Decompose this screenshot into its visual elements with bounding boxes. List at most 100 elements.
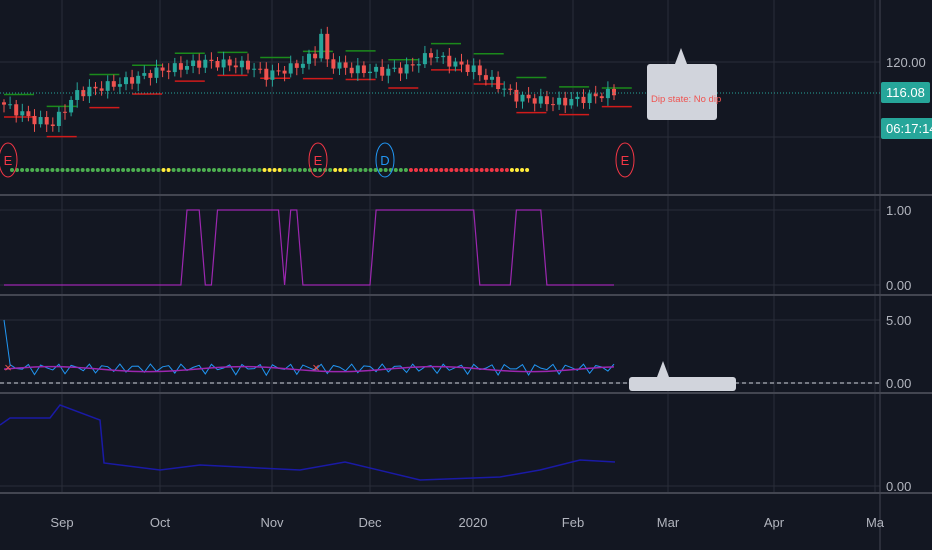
state-dot bbox=[126, 168, 131, 172]
state-dot bbox=[111, 168, 115, 172]
state-dot bbox=[313, 168, 317, 172]
candle-body bbox=[593, 93, 598, 97]
candle-body bbox=[319, 33, 324, 59]
state-dot bbox=[459, 168, 464, 172]
state-dot bbox=[55, 168, 60, 172]
candle-body bbox=[203, 59, 208, 68]
state-dot bbox=[40, 168, 45, 172]
state-dot bbox=[378, 168, 383, 172]
state-dot bbox=[464, 168, 469, 172]
state-dot bbox=[131, 168, 136, 172]
state-dot bbox=[212, 168, 216, 172]
state-dot bbox=[449, 168, 454, 172]
candle-body bbox=[551, 104, 555, 106]
state-dot bbox=[489, 168, 494, 172]
state-dot bbox=[520, 168, 525, 172]
state-dot bbox=[509, 168, 514, 172]
state-dot bbox=[429, 168, 434, 172]
state-dot bbox=[116, 168, 121, 172]
time-axis-label: Oct bbox=[150, 515, 171, 530]
chart-canvas[interactable]: Sep Oct Nov Dec 2020 Feb Mar Apr Ma 120.00 E E D E 1.0… bbox=[0, 0, 932, 550]
state-dot bbox=[272, 168, 277, 172]
candle-body bbox=[575, 96, 580, 100]
state-dot bbox=[201, 168, 206, 172]
candle-body bbox=[538, 96, 543, 104]
candle-body bbox=[288, 63, 293, 74]
state-dot bbox=[136, 168, 141, 172]
candle-body bbox=[502, 88, 507, 90]
candle-body bbox=[483, 75, 488, 80]
state-dot bbox=[504, 168, 509, 172]
cross-marker: × bbox=[4, 360, 12, 375]
candle-body bbox=[99, 88, 104, 91]
candle-body bbox=[154, 67, 159, 78]
candle-body bbox=[233, 65, 238, 68]
candle-body bbox=[514, 89, 519, 102]
candle-body bbox=[496, 76, 501, 90]
candle-body bbox=[361, 65, 366, 74]
state-dot bbox=[50, 168, 55, 172]
state-dot bbox=[227, 168, 232, 172]
state-dot bbox=[217, 168, 222, 172]
candle-body bbox=[416, 64, 421, 66]
candle-body bbox=[441, 55, 446, 58]
candle-body bbox=[325, 33, 330, 60]
state-dot bbox=[414, 168, 418, 172]
candle-body bbox=[581, 96, 586, 104]
candle-body bbox=[14, 104, 19, 116]
candle-body bbox=[435, 57, 440, 59]
candle-body bbox=[599, 96, 604, 99]
candle-body bbox=[209, 59, 214, 62]
state-dot bbox=[403, 168, 408, 172]
pane3-tooltip bbox=[629, 361, 736, 391]
state-dot bbox=[75, 168, 80, 172]
candle-body bbox=[2, 102, 6, 105]
candle-body bbox=[459, 61, 464, 65]
candle-body bbox=[368, 71, 372, 74]
candle-body bbox=[331, 59, 336, 69]
candle-body bbox=[111, 81, 116, 87]
pane2-label: 1.00 bbox=[886, 203, 911, 218]
state-dot bbox=[434, 168, 439, 172]
candle-body bbox=[422, 53, 427, 65]
state-dot bbox=[474, 168, 479, 172]
state-dot bbox=[237, 168, 242, 172]
pane4-label: 0.00 bbox=[886, 479, 911, 494]
state-dot bbox=[85, 168, 90, 172]
candle-body bbox=[429, 53, 433, 58]
signal-marker-label: D bbox=[380, 153, 389, 168]
state-dot bbox=[318, 168, 323, 172]
state-dot bbox=[267, 168, 272, 172]
cross-marker: × bbox=[312, 360, 320, 375]
state-dot bbox=[60, 168, 65, 172]
candle-body bbox=[471, 65, 476, 73]
chart-root[interactable]: Sep Oct Nov Dec 2020 Feb Mar Apr Ma 120.00 E E D E 1.0… bbox=[0, 0, 932, 550]
candle-body bbox=[465, 64, 470, 73]
candle-body bbox=[8, 104, 13, 106]
candle-body bbox=[508, 88, 513, 90]
pane3-blue-line bbox=[3, 319, 615, 377]
candle-body bbox=[587, 93, 592, 104]
signal-marker-label: E bbox=[621, 153, 630, 168]
candle-body bbox=[20, 111, 25, 116]
state-dot bbox=[408, 168, 413, 172]
state-dot bbox=[166, 168, 171, 172]
time-axis-label: Mar bbox=[657, 515, 680, 530]
candle-body bbox=[410, 64, 415, 66]
candle-body bbox=[142, 73, 147, 76]
candle-body bbox=[404, 64, 409, 74]
candle-body bbox=[32, 115, 37, 125]
candle-body bbox=[569, 99, 574, 106]
candle-body bbox=[520, 94, 525, 102]
candle-body bbox=[227, 59, 232, 66]
candle-body bbox=[563, 97, 568, 106]
state-dot bbox=[156, 168, 161, 172]
candle-body bbox=[166, 70, 171, 73]
state-dot bbox=[277, 168, 282, 172]
candle-body bbox=[63, 111, 67, 113]
state-dot bbox=[338, 168, 343, 172]
candle-body bbox=[50, 124, 55, 127]
state-dot bbox=[141, 168, 146, 172]
state-dot bbox=[282, 168, 287, 172]
candle-body bbox=[258, 68, 263, 70]
